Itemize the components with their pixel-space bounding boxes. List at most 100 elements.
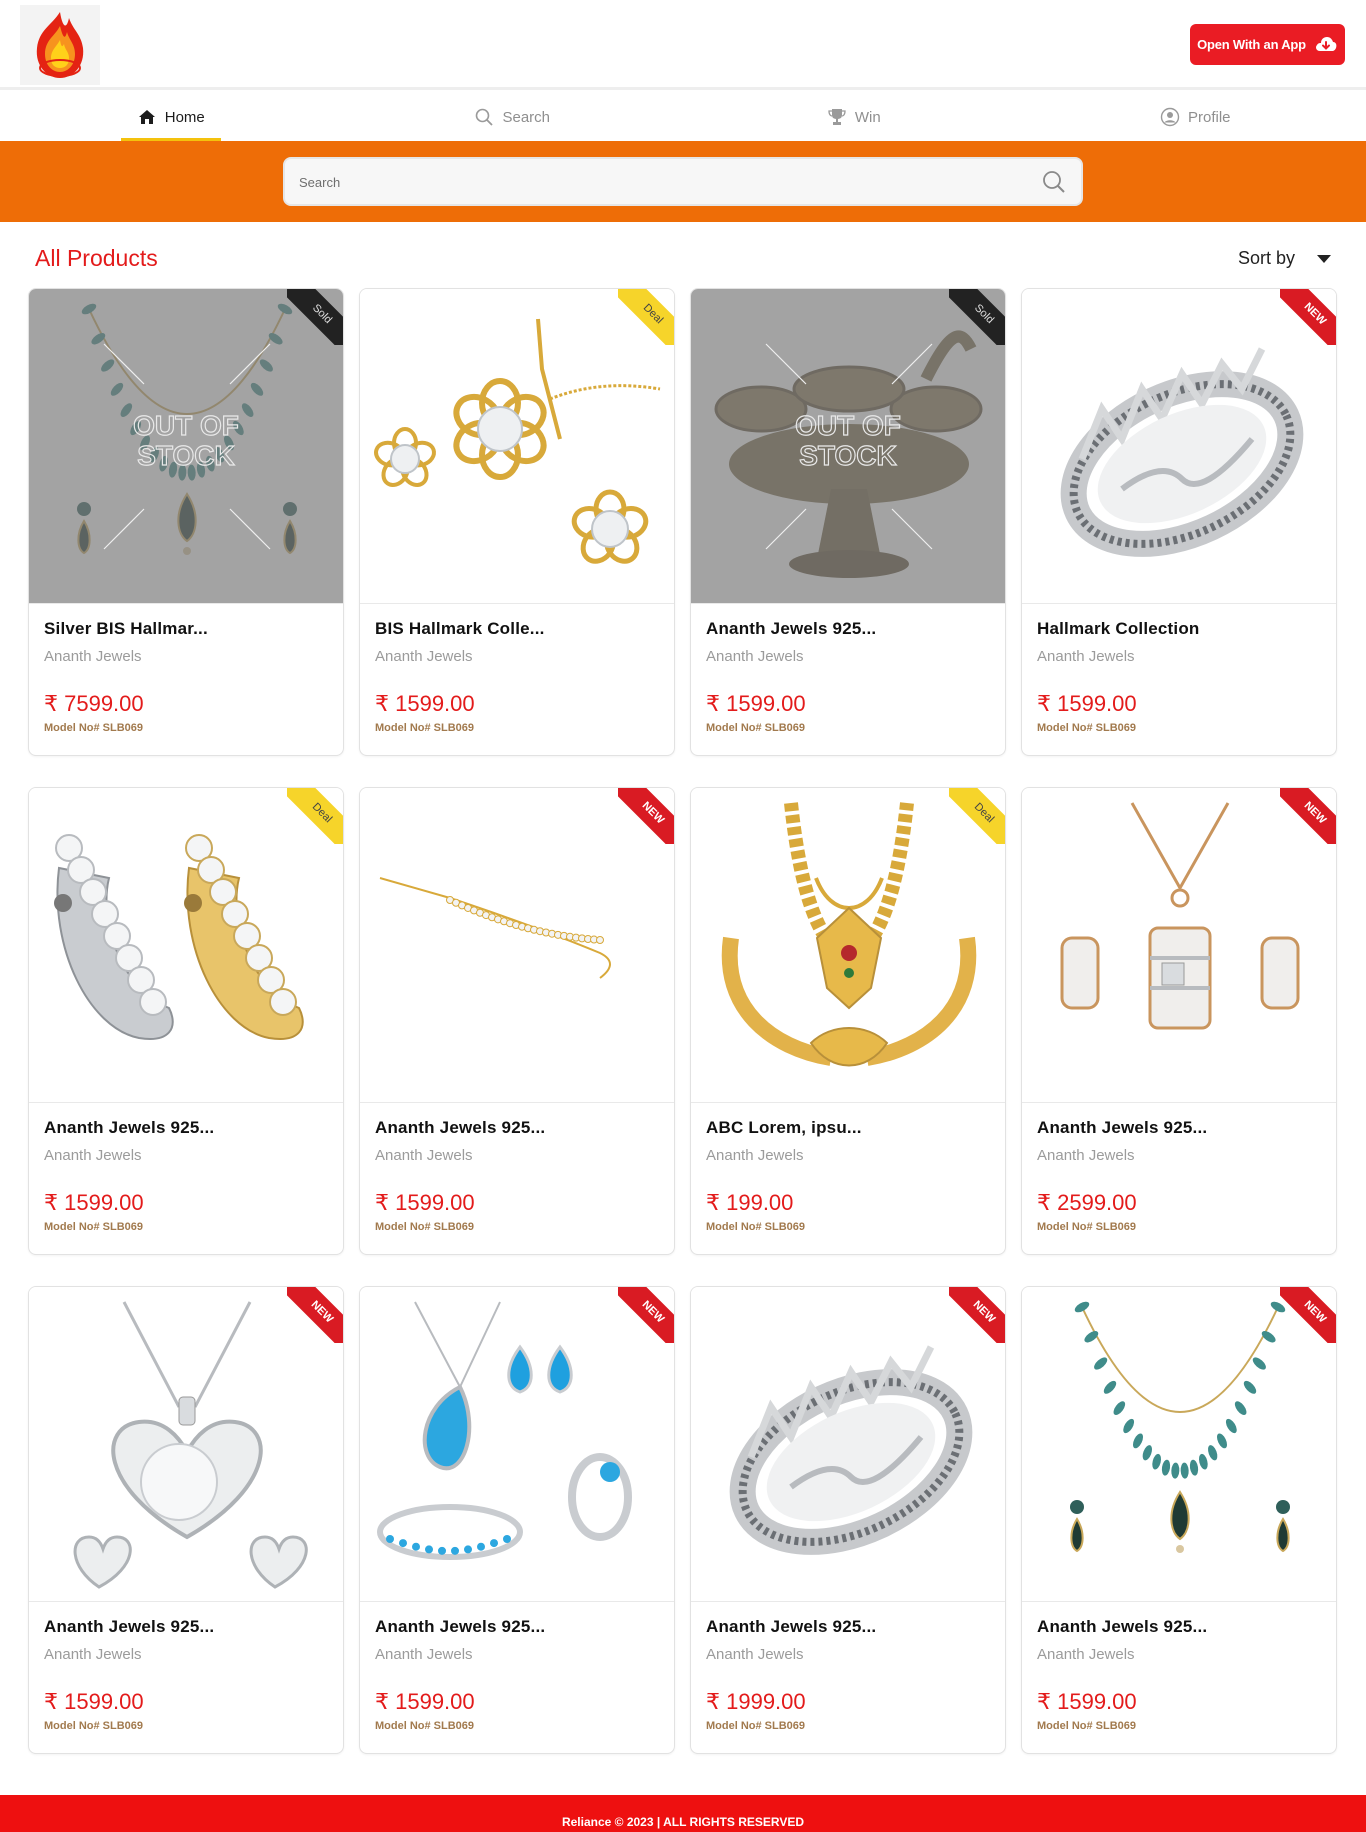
product-image[interactable]: Deal [29,788,343,1103]
tab-home-label: Home [164,108,205,126]
product-info: Ananth Jewels 925... Ananth Jewels ₹ 159… [1022,1602,1336,1732]
product-model-number: Model No# SLB069 [706,722,806,734]
product-name[interactable]: Ananth Jewels 925... [1037,1617,1321,1639]
product-image[interactable]: OUT OF STOCK Sold [29,289,343,604]
product-seller: Ananth Jewels [706,1147,804,1164]
product-name[interactable]: Silver BIS Hallmar... [44,619,328,641]
out-of-stock-label: OUT OF STOCK [795,410,902,471]
product-card[interactable]: NEW Ananth Jewels 925... Ananth Jewels ₹… [1021,787,1337,1255]
new-badge: NEW [287,1287,343,1343]
main-nav: Home Search Win Profile [0,93,1366,141]
product-image[interactable]: NEW [1022,289,1336,604]
trophy-icon [828,109,846,125]
product-model-number: Model No# SLB069 [1037,1221,1137,1233]
product-image[interactable]: Deal [360,289,674,604]
product-name[interactable]: Ananth Jewels 925... [1037,1118,1321,1140]
out-of-stock-label: OUT OF STOCK [133,410,240,471]
new-badge: NEW [1280,1287,1336,1343]
product-price: ₹ 1599.00 [1037,691,1137,716]
search-box [283,157,1083,206]
product-image[interactable]: NEW [1022,1287,1336,1602]
new-badge: NEW [618,1287,674,1343]
product-name[interactable]: Hallmark Collection [1037,619,1321,641]
product-card[interactable]: Deal ABC Lorem, ipsu... Ananth Jewels ₹ … [690,787,1006,1255]
product-price: ₹ 1599.00 [44,1689,144,1714]
badge-label: Deal [618,289,674,345]
product-name[interactable]: Ananth Jewels 925... [375,1617,659,1639]
badge-label: Sold [949,289,1005,345]
product-seller: Ananth Jewels [44,1646,142,1663]
product-name[interactable]: Ananth Jewels 925... [375,1118,659,1140]
product-name[interactable]: Ananth Jewels 925... [706,619,990,641]
sold-badge: Sold [949,289,1005,345]
product-card[interactable]: NEW Ananth Jewels 925... Ananth Jewels ₹… [359,1286,675,1754]
product-seller: Ananth Jewels [706,1646,804,1663]
search-icon[interactable] [1041,169,1067,195]
product-card[interactable]: OUT OF STOCK Sold Silver BIS Hallmar... A… [28,288,344,756]
badge-label: NEW [618,1287,674,1343]
product-seller: Ananth Jewels [44,648,142,665]
product-seller: Ananth Jewels [706,648,804,665]
product-info: Ananth Jewels 925... Ananth Jewels ₹ 259… [1022,1103,1336,1233]
badge-label: Deal [949,788,1005,844]
product-info: ABC Lorem, ipsu... Ananth Jewels ₹ 199.0… [691,1103,1005,1233]
open-with-app-label: Open With an App [1197,37,1306,52]
tab-profile-label: Profile [1187,108,1231,126]
product-card[interactable]: NEW Ananth Jewels 925... Ananth Jewels ₹… [28,1286,344,1754]
product-card[interactable]: NEW Ananth Jewels 925... Ananth Jewels ₹… [1021,1286,1337,1754]
product-seller: Ananth Jewels [1037,648,1135,665]
brand-logo[interactable] [20,5,100,85]
open-with-app-button[interactable]: Open With an App [1190,24,1345,65]
product-price: ₹ 1599.00 [375,691,475,716]
tab-win[interactable]: Win [683,93,1025,141]
product-image[interactable]: NEW [360,788,674,1103]
search-input[interactable] [299,171,999,193]
product-card[interactable]: NEW Ananth Jewels 925... Ananth Jewels ₹… [359,787,675,1255]
product-grid: OUT OF STOCK Sold Silver BIS Hallmar... A… [28,288,1338,1754]
product-info: Ananth Jewels 925... Ananth Jewels ₹ 159… [29,1103,343,1233]
product-info: Ananth Jewels 925... Ananth Jewels ₹ 159… [29,1602,343,1732]
product-name[interactable]: Ananth Jewels 925... [44,1617,328,1639]
sort-by-label: Sort by [1238,248,1296,268]
caret-down-icon [1317,254,1332,263]
product-seller: Ananth Jewels [1037,1147,1135,1164]
product-image[interactable]: OUT OF STOCK Sold [691,289,1005,604]
sort-by-dropdown[interactable]: Sort by [1238,248,1332,269]
cloud-download-icon [1315,36,1337,51]
deal-badge: Deal [287,788,343,844]
product-model-number: Model No# SLB069 [375,1221,475,1233]
tab-home[interactable]: Home [0,93,342,141]
badge-label: NEW [949,1287,1005,1343]
product-price: ₹ 1999.00 [706,1689,806,1714]
product-image[interactable]: NEW [360,1287,674,1602]
product-name[interactable]: Ananth Jewels 925... [706,1617,990,1639]
product-card[interactable]: Deal Ananth Jewels 925... Ananth Jewels … [28,787,344,1255]
product-info: Ananth Jewels 925... Ananth Jewels ₹ 199… [691,1602,1005,1732]
product-seller: Ananth Jewels [375,1147,473,1164]
product-price: ₹ 2599.00 [1037,1190,1137,1215]
badge-label: NEW [1280,1287,1336,1343]
product-name[interactable]: BIS Hallmark Colle... [375,619,659,641]
tab-search[interactable]: Search [342,93,684,141]
user-icon [1160,107,1180,127]
product-price: ₹ 1599.00 [44,1190,144,1215]
product-model-number: Model No# SLB069 [375,722,475,734]
product-info: Ananth Jewels 925... Ananth Jewels ₹ 159… [360,1602,674,1732]
badge-label: NEW [1280,788,1336,844]
product-info: Ananth Jewels 925... Ananth Jewels ₹ 159… [360,1103,674,1233]
product-image[interactable]: NEW [691,1287,1005,1602]
product-card[interactable]: Deal BIS Hallmark Colle... Ananth Jewels… [359,288,675,756]
product-info: BIS Hallmark Colle... Ananth Jewels ₹ 15… [360,604,674,734]
product-image[interactable]: Deal [691,788,1005,1103]
product-name[interactable]: Ananth Jewels 925... [44,1118,328,1140]
tab-profile[interactable]: Profile [1025,93,1366,141]
product-image[interactable]: NEW [29,1287,343,1602]
product-price: ₹ 1599.00 [1037,1689,1137,1714]
product-card[interactable]: NEW Ananth Jewels 925... Ananth Jewels ₹… [690,1286,1006,1754]
product-name[interactable]: ABC Lorem, ipsu... [706,1118,990,1140]
product-seller: Ananth Jewels [1037,1646,1135,1663]
product-card[interactable]: OUT OF STOCK Sold Ananth Jewels 925... An… [690,288,1006,756]
product-model-number: Model No# SLB069 [375,1720,475,1732]
product-card[interactable]: NEW Hallmark Collection Ananth Jewels ₹ … [1021,288,1337,756]
product-image[interactable]: NEW [1022,788,1336,1103]
